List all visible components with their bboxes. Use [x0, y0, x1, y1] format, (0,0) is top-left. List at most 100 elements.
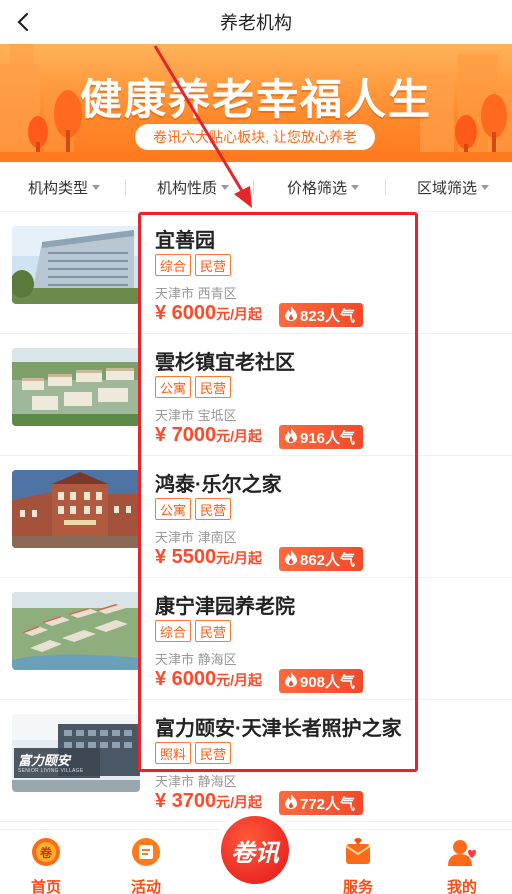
building-sign-image: 富力颐安 SENIOR LIVING VILLAGE — [12, 714, 140, 792]
aerial-campus-image — [12, 592, 140, 670]
caret-down-icon — [351, 184, 360, 190]
price-unit: 元/月起 — [216, 672, 263, 688]
institution-name: 雲杉镇宜老社区 — [155, 352, 295, 374]
flame-icon — [285, 793, 297, 813]
filter-label: 机构性质 — [157, 179, 218, 197]
caret-down-icon — [221, 184, 230, 190]
promo-banner[interactable]: 健康养老幸福人生 卷讯六大贴心板块, 让您放心养老 — [0, 44, 512, 162]
page-title: 养老机构 — [220, 13, 292, 33]
nav-label: 首页 — [30, 879, 61, 894]
popularity-count: 916人气 — [300, 429, 356, 447]
location: 天津市 宝坻区 — [155, 408, 237, 423]
price: ¥ 3700元/月起 — [155, 790, 262, 813]
nav-home[interactable]: 卷 首页 — [6, 836, 86, 894]
type-tag: 照料 — [155, 742, 192, 764]
filter-label: 价格筛选 — [287, 179, 348, 197]
price: ¥ 5500元/月起 — [155, 546, 262, 569]
filter-institution-nature[interactable]: 机构性质 — [157, 162, 230, 212]
center-button-label: 卷讯 — [221, 816, 289, 884]
tag-group: 综合 民营 — [155, 254, 235, 276]
tag-group: 照料 民营 — [155, 742, 235, 764]
nature-tag: 民营 — [195, 498, 232, 520]
banner-subtitle: 卷讯六大贴心板块, 让您放心养老 — [135, 124, 375, 150]
nav-label: 我的 — [446, 879, 477, 894]
activity-icon — [130, 836, 162, 868]
divider — [125, 179, 126, 195]
list-item[interactable]: 鸿泰·乐尔之家 公寓 民营 天津市 津南区 ¥ 5500元/月起 862人气 — [0, 456, 512, 578]
price-unit: 元/月起 — [216, 794, 263, 810]
tag-group: 综合 民营 — [155, 620, 235, 642]
popularity-badge: 772人气 — [279, 791, 364, 815]
caret-down-icon — [481, 184, 490, 190]
flame-icon — [285, 305, 297, 325]
flame-icon — [285, 549, 297, 569]
home-icon: 卷 — [30, 836, 62, 868]
location: 天津市 静海区 — [155, 652, 237, 667]
nav-service[interactable]: 服务 — [318, 836, 398, 894]
nature-tag: 民营 — [195, 742, 232, 764]
tag-group: 公寓 民营 — [155, 376, 235, 398]
image-sign-text: 富力颐安 — [18, 753, 71, 768]
filter-price[interactable]: 价格筛选 — [287, 162, 360, 212]
type-tag: 公寓 — [155, 498, 192, 520]
price-unit: 元/月起 — [216, 306, 263, 322]
divider — [385, 179, 386, 195]
flame-icon — [285, 427, 297, 447]
popularity-badge: 916人气 — [279, 425, 364, 449]
filter-label: 区域筛选 — [417, 179, 478, 197]
european-building-image — [12, 470, 140, 548]
type-tag: 公寓 — [155, 376, 192, 398]
list-item[interactable]: 康宁津园养老院 综合 民营 天津市 静海区 ¥ 6000元/月起 908人气 — [0, 578, 512, 700]
nav-label: 服务 — [342, 879, 373, 894]
list-item[interactable]: 雲杉镇宜老社区 公寓 民营 天津市 宝坻区 ¥ 7000元/月起 916人气 — [0, 334, 512, 456]
price-value: ¥ 3700 — [155, 790, 217, 812]
profile-icon — [446, 836, 478, 868]
price-value: ¥ 6000 — [155, 668, 217, 690]
list-item[interactable]: 宜善园 综合 民营 天津市 西青区 ¥ 6000元/月起 823人气 — [0, 212, 512, 334]
service-icon — [342, 836, 374, 868]
tag-group: 公寓 民营 — [155, 498, 235, 520]
institution-name: 富力颐安·天津长者照护之家 — [155, 718, 402, 740]
aerial-community-image — [12, 348, 140, 426]
caret-down-icon — [92, 184, 101, 190]
popularity-count: 862人气 — [300, 551, 356, 569]
filter-region[interactable]: 区域筛选 — [417, 162, 490, 212]
banner-title: 健康养老幸福人生 — [79, 76, 432, 123]
popularity-count: 772人气 — [300, 795, 356, 813]
nature-tag: 民营 — [195, 620, 232, 642]
nature-tag: 民营 — [195, 376, 232, 398]
highrise-building-image — [12, 226, 140, 304]
chevron-left-icon[interactable] — [10, 8, 38, 36]
popularity-badge: 862人气 — [279, 547, 364, 571]
type-tag: 综合 — [155, 620, 192, 642]
divider — [253, 179, 254, 195]
price: ¥ 7000元/月起 — [155, 424, 262, 447]
top-header: 养老机构 — [0, 0, 512, 44]
popularity-count: 908人气 — [300, 673, 356, 691]
price-unit: 元/月起 — [216, 428, 263, 444]
nav-activity[interactable]: 活动 — [106, 836, 186, 894]
type-tag: 综合 — [155, 254, 192, 276]
price-value: ¥ 7000 — [155, 424, 217, 446]
filter-label: 机构类型 — [28, 179, 89, 197]
institution-name: 宜善园 — [155, 230, 215, 252]
flame-icon — [285, 671, 297, 691]
image-sign-subtext: SENIOR LIVING VILLAGE — [18, 768, 84, 774]
filter-institution-type[interactable]: 机构类型 — [28, 162, 101, 212]
nav-profile[interactable]: 我的 — [422, 836, 502, 894]
popularity-count: 823人气 — [300, 307, 356, 325]
location: 天津市 静海区 — [155, 774, 237, 789]
popularity-badge: 908人气 — [279, 669, 364, 693]
price: ¥ 6000元/月起 — [155, 302, 262, 325]
location: 天津市 西青区 — [155, 286, 237, 301]
brand-center-button[interactable]: 卷讯 — [215, 810, 295, 890]
price-value: ¥ 6000 — [155, 302, 217, 324]
svg-text:卷: 卷 — [39, 845, 53, 860]
location: 天津市 津南区 — [155, 530, 237, 545]
institution-name: 康宁津园养老院 — [155, 596, 295, 618]
price-unit: 元/月起 — [216, 550, 263, 566]
institution-name: 鸿泰·乐尔之家 — [155, 474, 282, 496]
price: ¥ 6000元/月起 — [155, 668, 262, 691]
list-item[interactable]: 富力颐安 SENIOR LIVING VILLAGE 富力颐安·天津长者照护之家… — [0, 700, 512, 822]
nav-label: 活动 — [130, 879, 161, 894]
